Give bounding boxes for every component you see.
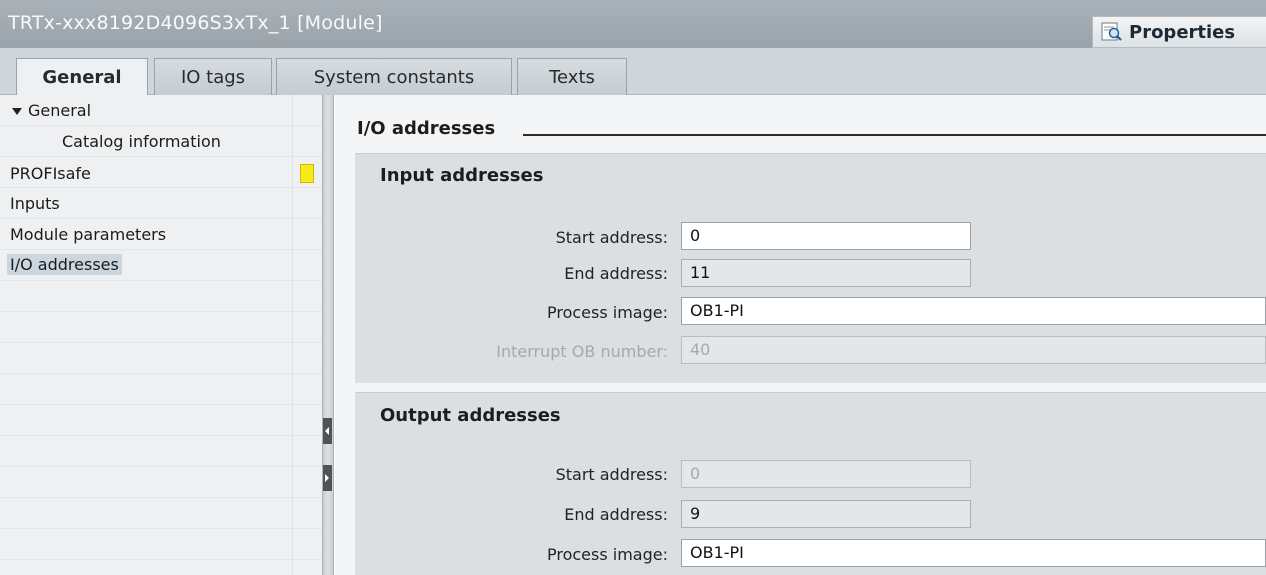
nav-item-catalog-information[interactable]: Catalog information <box>62 132 221 151</box>
window-title: TRTx-xxx8192D4096S3xTx_1 [Module] <box>8 12 383 34</box>
nav-item-inputs[interactable]: Inputs <box>10 194 60 213</box>
output-end-address-field[interactable]: 9 <box>681 500 971 528</box>
panel-splitter[interactable] <box>322 95 334 575</box>
expand-right-button[interactable] <box>323 465 332 491</box>
section-divider <box>523 134 1266 136</box>
window-title-bar: TRTx-xxx8192D4096S3xTx_1 [Module] Proper… <box>0 0 1266 48</box>
section-title: I/O addresses <box>357 118 496 139</box>
collapse-left-button[interactable] <box>323 418 332 444</box>
properties-label: Properties <box>1129 21 1236 43</box>
tab-texts[interactable]: Texts <box>517 58 627 95</box>
interrupt-ob-number-field: 40 <box>681 336 1266 364</box>
output-addresses-title: Output addresses <box>380 405 561 426</box>
input-addresses-title: Input addresses <box>380 165 544 186</box>
nav-item-module-parameters[interactable]: Module parameters <box>10 225 166 244</box>
tab-io-tags[interactable]: IO tags <box>154 58 272 95</box>
input-process-image-field[interactable]: OB1-PI <box>681 297 1266 325</box>
output-end-label: End address: <box>564 505 668 524</box>
interrupt-ob-label: Interrupt OB number: <box>496 342 668 361</box>
nav-item-label: General <box>28 101 92 120</box>
input-process-image-label: Process image: <box>546 303 668 322</box>
input-start-label: Start address: <box>555 228 668 247</box>
output-process-image-field[interactable]: OB1-PI <box>681 539 1266 567</box>
output-start-label: Start address: <box>555 465 668 484</box>
input-end-label: End address: <box>564 264 668 283</box>
output-start-address-field: 0 <box>681 460 971 488</box>
status-marker-icon <box>300 164 314 183</box>
tab-system-constants[interactable]: System constants <box>276 58 512 95</box>
properties-icon <box>1101 22 1123 42</box>
nav-item-profisafe[interactable]: PROFIsafe <box>10 164 91 183</box>
input-start-address-field[interactable]: 0 <box>681 222 971 250</box>
nav-item-io-addresses[interactable]: I/O addresses <box>7 254 122 275</box>
nav-item-general[interactable]: General <box>12 101 91 120</box>
input-end-address-field[interactable]: 11 <box>681 259 971 287</box>
arrow-right-icon <box>325 474 329 482</box>
properties-button[interactable]: Properties <box>1092 16 1266 48</box>
tab-strip: General IO tags System constants Texts <box>0 48 1266 96</box>
tab-general[interactable]: General <box>16 58 148 96</box>
output-process-image-label: Process image: <box>546 545 668 564</box>
expand-arrow-icon[interactable] <box>12 108 22 115</box>
arrow-left-icon <box>325 427 329 435</box>
